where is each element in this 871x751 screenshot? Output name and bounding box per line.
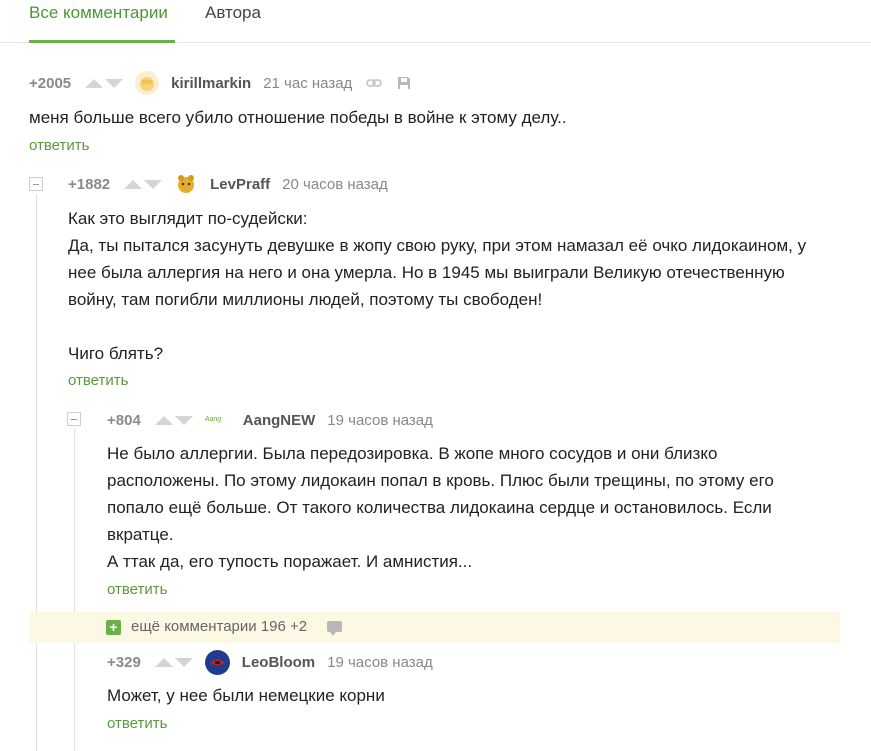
tab-author[interactable]: Автора xyxy=(205,0,261,43)
author-name[interactable]: LevPraff xyxy=(210,176,270,193)
avatar[interactable] xyxy=(174,173,198,195)
vote-controls xyxy=(85,77,124,89)
more-comments-count: ещё комментарии 196 xyxy=(131,618,286,635)
collapse-thread-button[interactable] xyxy=(67,412,81,426)
comment-tabs: Все комментарии Автора xyxy=(0,0,871,43)
comment-text-line: Как это выглядит по-судейски: xyxy=(68,209,308,228)
downvote-icon[interactable] xyxy=(105,77,124,89)
author-name[interactable]: LeoBloom xyxy=(242,654,315,671)
downvote-icon[interactable] xyxy=(144,178,163,190)
thread-line[interactable] xyxy=(36,194,37,751)
collapse-thread-button[interactable] xyxy=(29,177,43,191)
downvote-icon[interactable] xyxy=(174,414,193,426)
vote-controls xyxy=(154,414,193,426)
thread-line[interactable] xyxy=(74,429,75,751)
comment-time[interactable]: 20 часов назад xyxy=(282,176,388,193)
comment-text-line: нее была аллергия на него и она умерла. … xyxy=(68,263,785,282)
comment-body: Не было аллергии. Была передозировка. В … xyxy=(107,440,847,575)
upvote-icon[interactable] xyxy=(154,656,173,668)
vote-controls xyxy=(154,656,193,668)
downvote-icon[interactable] xyxy=(174,656,193,668)
upvote-icon[interactable] xyxy=(124,178,143,190)
comment-header: +329 LeoBloom 19 часов назад xyxy=(107,649,433,675)
more-comments-bar[interactable]: + ещё комментарии 196 +2 xyxy=(30,612,840,643)
avatar[interactable] xyxy=(204,649,230,675)
comment-text-line: А ттак да, его тупость поражает. И амнис… xyxy=(107,552,473,571)
chat-icon xyxy=(327,621,342,636)
avatar[interactable] xyxy=(135,71,160,95)
author-name[interactable]: AangNEW xyxy=(243,412,316,429)
comment-rating: +329 xyxy=(107,653,141,671)
reply-link[interactable]: ответить xyxy=(107,715,167,732)
comment-body: меня больше всего убило отношение победы… xyxy=(29,104,567,131)
comment-body: Может, у нее были немецкие корни xyxy=(107,682,385,709)
author-name[interactable]: kirillmarkin xyxy=(171,75,251,92)
comment-text-line: попало ещё больше. От такого количества … xyxy=(107,498,772,517)
comment-header: +1882 LevPraff 20 часов назад xyxy=(68,173,388,195)
upvote-icon[interactable] xyxy=(154,414,173,426)
avatar[interactable]: Aang xyxy=(205,414,231,426)
comment-time[interactable]: 19 часов назад xyxy=(327,412,433,429)
comment-text-line: вкратце. xyxy=(107,525,174,544)
link-icon[interactable] xyxy=(366,75,383,91)
comment-rating: +2005 xyxy=(29,74,72,92)
comment-text-line: меня больше всего убило отношение победы… xyxy=(29,108,567,127)
comment-time[interactable]: 21 час назад xyxy=(263,75,352,92)
reply-link[interactable]: ответить xyxy=(68,372,128,389)
comment-text-line: Чиго блять? xyxy=(68,344,164,363)
comment-text-line: Может, у нее были немецкие корни xyxy=(107,686,385,705)
reply-link[interactable]: ответить xyxy=(107,581,167,598)
comment-rating: +1882 xyxy=(68,175,111,193)
comment-text-line: войну, там погибли миллионы людей, поэто… xyxy=(68,290,543,309)
more-comments-label[interactable]: ещё комментарии 196 +2 xyxy=(131,618,307,635)
vote-controls xyxy=(124,178,163,190)
comment-time[interactable]: 19 часов назад xyxy=(327,654,433,671)
comment-text-line: Не было аллергии. Была передозировка. В … xyxy=(107,444,718,463)
expand-plus-icon[interactable]: + xyxy=(106,620,121,635)
comment-text-line: Да, ты пытался засунуть девушке в жопу с… xyxy=(68,236,807,255)
comment-text-line: расположены. По этому лидокаин попал в к… xyxy=(107,471,774,490)
tab-all-comments[interactable]: Все комментарии xyxy=(29,0,175,43)
comment-header: +804 Aang AangNEW 19 часов назад xyxy=(107,409,433,431)
save-icon[interactable] xyxy=(396,75,412,91)
comment-header: +2005 kirillmarkin 21 час назад xyxy=(29,71,412,95)
comment-rating: +804 xyxy=(107,411,141,429)
new-comments-count: +2 xyxy=(290,618,308,635)
reply-link[interactable]: ответить xyxy=(29,137,89,154)
comment-body: Как это выглядит по-судейски: Да, ты пыт… xyxy=(68,205,848,367)
comment-text-line xyxy=(68,313,848,340)
upvote-icon[interactable] xyxy=(85,77,104,89)
